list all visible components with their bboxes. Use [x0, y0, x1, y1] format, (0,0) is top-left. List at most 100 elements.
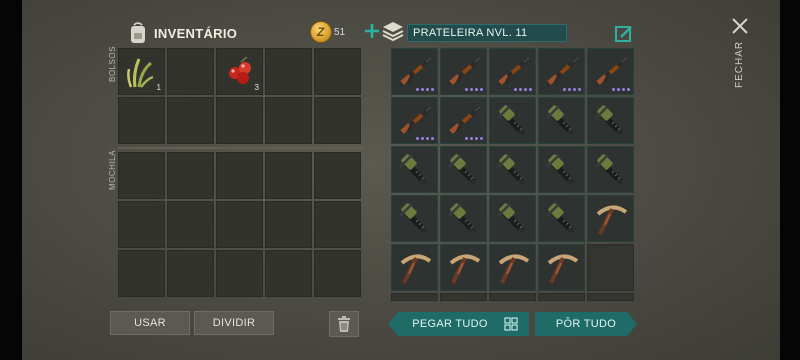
rifle-icon [594, 57, 628, 87]
backpack-slot[interactable] [216, 152, 263, 199]
shelf-slot[interactable] [587, 97, 634, 144]
shelf-slot[interactable] [440, 244, 487, 291]
pocket-slot[interactable] [265, 97, 312, 144]
shelf-title: PRATELEIRA NVL. 11 [407, 24, 567, 42]
pocket-slot[interactable]: 1 [118, 48, 165, 95]
crossbow-icon [448, 154, 476, 184]
trash-button[interactable] [329, 311, 359, 337]
pocket-slot[interactable] [167, 48, 214, 95]
crossbow-icon [595, 154, 623, 184]
add-coins-button[interactable] [362, 21, 382, 41]
shelf-slot[interactable] [587, 293, 634, 301]
pocket-slot[interactable] [314, 97, 361, 144]
shelf-slot[interactable] [391, 293, 438, 301]
backpack-grid [118, 152, 361, 297]
shelf-slot[interactable] [440, 195, 487, 242]
pickaxe-icon [596, 205, 628, 235]
shelf-slot[interactable] [440, 48, 487, 95]
crossbow-icon [399, 203, 427, 233]
shelf-slot[interactable] [587, 244, 634, 291]
crossbow-icon [546, 203, 574, 233]
shelf-slot[interactable] [587, 48, 634, 95]
mod-dots [514, 88, 532, 91]
shelf-slot[interactable] [538, 97, 585, 144]
shelf-grid [391, 48, 634, 301]
backpack-icon [131, 22, 145, 43]
shelf-slot[interactable] [489, 293, 536, 301]
shelf-slot[interactable] [538, 293, 585, 301]
mod-dots [416, 137, 434, 140]
backpack-slot[interactable] [265, 250, 312, 297]
backpack-label: MOCHILA [108, 150, 117, 190]
crossbow-icon [497, 105, 525, 135]
backpack-slot[interactable] [118, 201, 165, 248]
pickaxe-icon [547, 254, 579, 284]
pockets-label: BOLSOS [108, 46, 117, 82]
shelf-slot[interactable] [538, 146, 585, 193]
use-button[interactable]: USAR [110, 311, 190, 335]
backpack-slot[interactable] [167, 250, 214, 297]
shelf-slot[interactable] [440, 293, 487, 301]
left-black-bar [0, 0, 22, 360]
backpack-slot[interactable] [118, 250, 165, 297]
crossbow-icon [497, 203, 525, 233]
item-quantity: 3 [254, 83, 259, 92]
rifle-icon [447, 57, 481, 87]
pickaxe-icon [498, 254, 530, 284]
shelf-slot[interactable] [440, 146, 487, 193]
pocket-slot[interactable] [118, 97, 165, 144]
pocket-slot[interactable] [314, 48, 361, 95]
item-quantity: 1 [156, 83, 161, 92]
backpack-slot[interactable] [118, 152, 165, 199]
shelf-slot[interactable] [489, 146, 536, 193]
crossbow-icon [399, 154, 427, 184]
shelf-slot[interactable] [391, 146, 438, 193]
shelf-slot[interactable] [489, 195, 536, 242]
backpack-slot[interactable] [216, 201, 263, 248]
shelf-slot[interactable] [587, 146, 634, 193]
backpack-slot[interactable] [314, 152, 361, 199]
rifle-icon [496, 57, 530, 87]
backpack-slot[interactable] [265, 201, 312, 248]
backpack-slot[interactable] [167, 201, 214, 248]
rifle-icon [447, 106, 481, 136]
inventory-screen: INVENTÁRIO Z 51 BOLSOS MOCHILA 13 USAR D… [22, 0, 780, 360]
pocket-slot[interactable] [216, 97, 263, 144]
sort-button[interactable] [493, 312, 529, 336]
mod-dots [612, 88, 630, 91]
mod-dots [465, 88, 483, 91]
pocket-slot[interactable] [265, 48, 312, 95]
grid-divider [118, 147, 364, 149]
backpack-slot[interactable] [265, 152, 312, 199]
pocket-slot[interactable]: 3 [216, 48, 263, 95]
mod-dots [416, 88, 434, 91]
shelf-slot[interactable] [489, 244, 536, 291]
grid-sort-icon [504, 317, 518, 331]
shelf-slot[interactable] [538, 195, 585, 242]
shelf-slot[interactable] [538, 244, 585, 291]
pocket-slot[interactable] [167, 97, 214, 144]
shelf-slot[interactable] [489, 48, 536, 95]
shelf-icon [382, 22, 404, 42]
shelf-slot[interactable] [391, 48, 438, 95]
put-all-button[interactable]: PÔR TUDO [535, 312, 637, 336]
rifle-icon [398, 106, 432, 136]
shelf-slot[interactable] [489, 97, 536, 144]
shelf-slot[interactable] [440, 97, 487, 144]
shelf-slot[interactable] [538, 48, 585, 95]
backpack-slot[interactable] [216, 250, 263, 297]
coin-count: 51 [334, 27, 346, 38]
pickaxe-icon [449, 254, 481, 284]
shelf-slot[interactable] [391, 97, 438, 144]
shelf-slot[interactable] [391, 244, 438, 291]
shelf-slot[interactable] [391, 195, 438, 242]
edit-icon[interactable] [614, 24, 634, 44]
backpack-slot[interactable] [314, 201, 361, 248]
shelf-slot[interactable] [587, 195, 634, 242]
crossbow-icon [546, 105, 574, 135]
backpack-slot[interactable] [314, 250, 361, 297]
close-icon[interactable] [730, 16, 750, 36]
split-button[interactable]: DIVIDIR [194, 311, 274, 335]
backpack-slot[interactable] [167, 152, 214, 199]
close-label[interactable]: FECHAR [734, 41, 745, 88]
